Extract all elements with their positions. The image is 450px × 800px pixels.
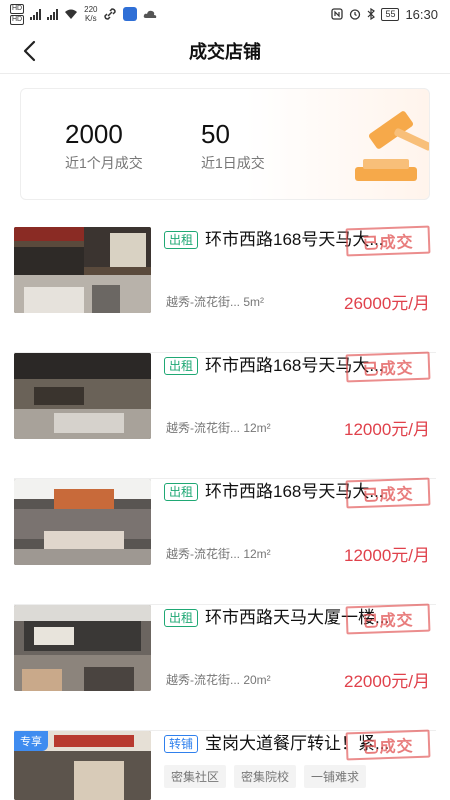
cloud-icon bbox=[144, 10, 157, 18]
network-speed-value: 220 bbox=[84, 5, 98, 14]
network-speed-unit: K/s bbox=[85, 14, 97, 23]
listing-photo bbox=[14, 227, 151, 313]
deal-closed-stamp: 已成交 bbox=[345, 729, 431, 761]
listing-photo bbox=[14, 479, 151, 565]
listing-item[interactable]: 出租 环市西路168号天马大... 已成交 越秀-流花街... 5m² 2600… bbox=[0, 225, 450, 353]
deal-stats-card: 2000 近1个月成交 50 近1日成交 bbox=[20, 88, 430, 200]
link-icon bbox=[104, 8, 117, 20]
listing-meta: 越秀-流花街... 12m² bbox=[166, 421, 271, 435]
exclusive-badge: 专享 bbox=[14, 731, 48, 751]
gavel-icon bbox=[355, 111, 429, 181]
feature-tags: 密集社区 密集院校 一铺难求 bbox=[164, 765, 367, 788]
listing-meta: 越秀-流花街... 5m² bbox=[166, 295, 264, 309]
app-notification-icon bbox=[123, 7, 138, 21]
listing-item[interactable]: 专享 转铺 宝岗大道餐厅转让！紧... 已成交 密集社区 密集院校 一铺难求 bbox=[0, 729, 450, 800]
alarm-icon bbox=[350, 9, 361, 20]
feature-tag: 密集院校 bbox=[234, 765, 297, 788]
feature-tag: 一铺难求 bbox=[304, 765, 367, 788]
listing-type-tag: 转铺 bbox=[164, 735, 199, 753]
listing-price: 22000元/月 bbox=[344, 672, 430, 691]
listing-item[interactable]: 出租 环市西路天马大厦一楼... 已成交 越秀-流花街... 20m² 2200… bbox=[0, 603, 450, 731]
deal-closed-stamp: 已成交 bbox=[345, 603, 431, 635]
nfc-icon bbox=[331, 8, 344, 20]
stat-month-value: 2000 bbox=[65, 119, 123, 149]
listing-type-tag: 出租 bbox=[164, 357, 199, 375]
listing-photo bbox=[14, 605, 151, 691]
hd-icon: HD HD bbox=[10, 3, 25, 25]
listing-type-tag: 出租 bbox=[164, 483, 199, 501]
listing-photo: 专享 bbox=[14, 731, 151, 800]
signal-icon bbox=[30, 8, 42, 20]
stat-month: 2000 近1个月成交 bbox=[65, 119, 143, 173]
battery-icon: 55 bbox=[381, 7, 400, 21]
deal-closed-stamp: 已成交 bbox=[345, 351, 431, 383]
listing-price: 26000元/月 bbox=[344, 294, 430, 313]
page-title: 成交店铺 bbox=[189, 41, 261, 62]
chevron-left-icon bbox=[23, 40, 36, 62]
back-button[interactable] bbox=[14, 36, 44, 66]
listing-meta: 越秀-流花街... 12m² bbox=[166, 547, 271, 561]
listing-price: 12000元/月 bbox=[344, 546, 430, 565]
stat-day-value: 50 bbox=[201, 119, 230, 149]
feature-tag: 密集社区 bbox=[164, 765, 227, 788]
bluetooth-icon bbox=[368, 8, 376, 20]
network-speed: 220 K/s bbox=[84, 5, 97, 23]
signal-icon-2 bbox=[47, 8, 59, 20]
status-bar: HD HD 220 K/s 55 16:30 bbox=[0, 0, 450, 28]
status-time: 16:30 bbox=[405, 6, 438, 22]
deal-closed-stamp: 已成交 bbox=[345, 225, 431, 257]
stat-day-label: 近1日成交 bbox=[201, 155, 265, 171]
listing-item[interactable]: 出租 环市西路168号天马大... 已成交 越秀-流花街... 12m² 120… bbox=[0, 351, 450, 479]
nav-header: 成交店铺 bbox=[0, 28, 450, 74]
status-bar-left: HD HD 220 K/s bbox=[10, 3, 157, 25]
status-bar-right: 55 16:30 bbox=[331, 7, 438, 22]
deal-closed-stamp: 已成交 bbox=[345, 477, 431, 509]
stat-month-label: 近1个月成交 bbox=[65, 155, 143, 171]
listing-item[interactable]: 出租 环市西路168号天马大... 已成交 越秀-流花街... 12m² 120… bbox=[0, 477, 450, 605]
listing-type-tag: 出租 bbox=[164, 609, 199, 627]
listing-photo bbox=[14, 353, 151, 439]
listing-meta: 越秀-流花街... 20m² bbox=[166, 673, 271, 687]
listing-type-tag: 出租 bbox=[164, 231, 199, 249]
listing-price: 12000元/月 bbox=[344, 420, 430, 439]
wifi-icon bbox=[65, 9, 78, 19]
stat-day: 50 近1日成交 bbox=[201, 119, 265, 173]
